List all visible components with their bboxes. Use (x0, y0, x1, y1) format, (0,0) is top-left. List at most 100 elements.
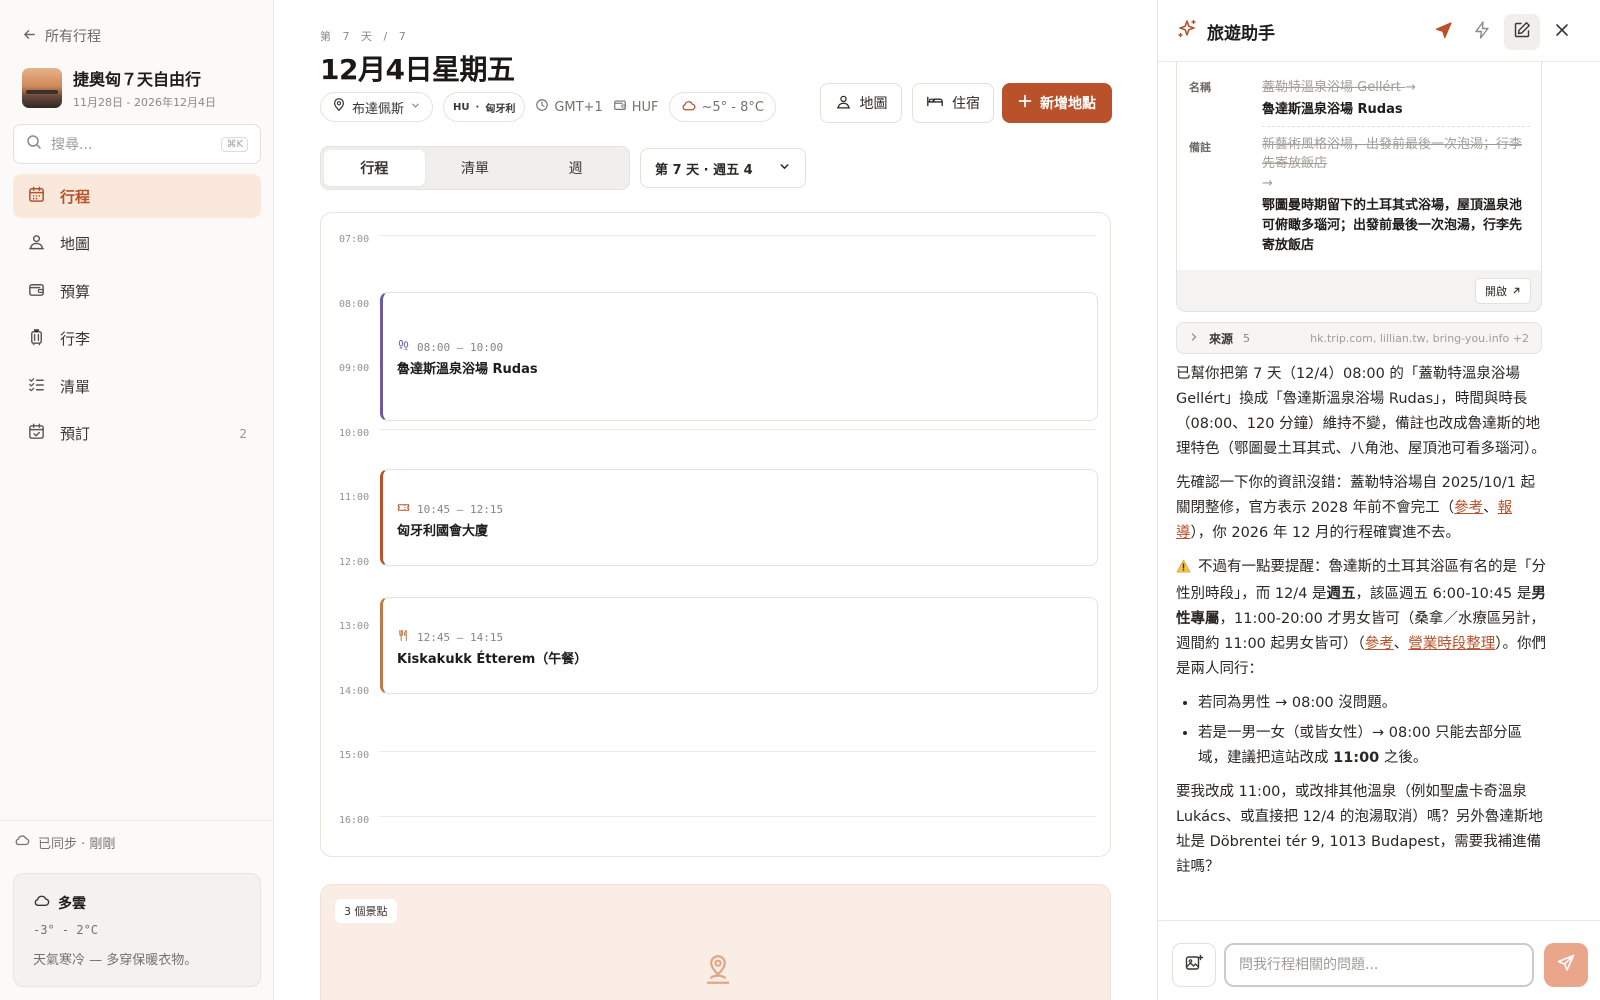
event-card-lunch[interactable]: 12:45 – 14:15 Kiskakukk Étterem（午餐） (380, 597, 1098, 694)
sidebar: 所有行程 捷奧匈７天自由行 11月28日 - 2026年12月4日 搜尋... … (0, 0, 274, 1000)
map-pin-person-icon (835, 93, 852, 114)
reference-link[interactable]: 參考 (1365, 636, 1394, 652)
hour-line (379, 815, 1096, 817)
sidebar-item-label: 行程 (60, 187, 91, 206)
sidebar-divider (0, 820, 274, 821)
trip-end-date: 2026年12月4日 (133, 96, 216, 109)
travel-assistant-panel: 旅遊助手 名稱 蓋勒特溫泉浴場 Gellért → 魯達斯溫泉浴場 Rudas … (1157, 0, 1600, 1000)
weather-condition: 多雲 (58, 895, 86, 912)
hour-label: 15:00 (339, 750, 370, 761)
hours-summary-link[interactable]: 營業時段整理 (1408, 636, 1495, 652)
image-add-icon (1184, 953, 1204, 977)
event-time: 08:00 – 10:00 (417, 340, 504, 354)
sources-toggle[interactable]: 來源 5 hk.trip.com, lillian.tw, bring-you.… (1176, 322, 1542, 354)
quick-action-button[interactable] (1464, 14, 1500, 50)
sidebar-nav: 行程 地圖 預算 行李 清單 預訂 2 (13, 174, 261, 460)
chat-input[interactable] (1224, 943, 1534, 987)
tab-list[interactable]: 清單 (425, 150, 526, 186)
hour-line (379, 235, 1096, 236)
currency-info: HUF (613, 98, 659, 116)
sidebar-item-map[interactable]: 地圖 (13, 222, 261, 266)
list-item: 若是一男一女（或皆女性）→ 08:00 只能去部分區域，建議把這站改成 11:0… (1198, 721, 1548, 771)
message-paragraph: 要我改成 11:00，或改排其他溫泉（例如聖盧卡奇溫泉 Lukács、或直接把 … (1176, 784, 1543, 875)
hour-row: 15:00 (321, 750, 1110, 761)
reference-link[interactable]: 參考 (1454, 500, 1483, 516)
city-name: 布達佩斯 (352, 101, 405, 117)
message-paragraph: 先確認一下你的資訊沒錯：蓋勒特浴場自 2025/10/1 起關閉整修，官方表示 … (1176, 471, 1548, 546)
cloud-icon (14, 832, 30, 852)
stay-button[interactable]: 住宿 (912, 83, 994, 123)
message-list: 若同為男性 → 08:00 沒問題。 若是一男一女（或皆女性）→ 08:00 只… (1176, 691, 1548, 771)
spots-map-preview[interactable]: 3 個景點 (320, 884, 1111, 1000)
sidebar-item-itinerary[interactable]: 行程 (13, 174, 261, 218)
stay-button-label: 住宿 (952, 96, 980, 112)
sidebar-item-luggage[interactable]: 行李 (13, 317, 261, 361)
assistant-title: 旅遊助手 (1207, 24, 1275, 44)
add-place-button[interactable]: 新增地點 (1002, 83, 1112, 123)
back-to-all-trips-link[interactable]: 所有行程 (22, 26, 101, 46)
page-title: 12月4日星期五 (320, 53, 515, 86)
sidebar-item-bookings[interactable]: 預訂 2 (13, 412, 261, 456)
sources-list: hk.trip.com, lillian.tw, bring-you.info … (1310, 331, 1529, 345)
map-button[interactable]: 地圖 (820, 83, 902, 123)
diff-name-new: 魯達斯溫泉浴場 Rudas (1262, 102, 1403, 117)
sidebar-item-checklist[interactable]: 清單 (13, 364, 261, 408)
locate-button[interactable] (1426, 14, 1462, 50)
day-selector[interactable]: 第 7 天 · 週五 4 (640, 148, 806, 188)
new-chat-button[interactable] (1504, 14, 1540, 50)
hour-label: 11:00 (339, 492, 370, 503)
city-selector[interactable]: 布達佩斯 (320, 92, 434, 122)
weather-note: 天氣寒冷 — 多穿保暖衣物。 (33, 953, 198, 968)
search-shortcut: ⌘K (221, 136, 248, 152)
hour-label: 10:00 (339, 427, 370, 439)
day-selector-value: 第 7 天 · 週五 4 (655, 162, 753, 178)
wallet-icon (27, 280, 46, 303)
ticket-icon (397, 501, 410, 517)
trip-date-separator: - (123, 96, 134, 109)
tab-itinerary[interactable]: 行程 (324, 150, 425, 186)
diff-note-old: 新藝術風格浴場，出發前最後一次泡湯；行李先寄放飯店 (1262, 135, 1530, 173)
day-timeline: 07:00 08:00 09:00 10:00 11:00 12:00 13:0… (320, 212, 1111, 857)
hour-label: 07:00 (339, 234, 370, 245)
message-text: ，該區週五 6:00-10:45 是 (1355, 586, 1532, 602)
search-input[interactable]: 搜尋... (51, 134, 212, 154)
hour-row: 16:00 (321, 815, 1110, 826)
bookings-count: 2 (239, 426, 247, 441)
chat-composer (1158, 920, 1600, 1000)
event-name: 匈牙利國會大廈 (397, 524, 489, 539)
trip-dates: 11月28日 - 2026年12月4日 (73, 94, 216, 110)
diff-arrow: → (1405, 80, 1416, 95)
day-meta-row: 布達佩斯 HU · 匈牙利 GMT+1 HUF ~5° - 8°C (320, 92, 776, 122)
sparkle-icon (1176, 18, 1198, 45)
weather-pill: ~5° - 8°C (668, 92, 776, 122)
attach-image-button[interactable] (1172, 943, 1216, 987)
country-separator: · (475, 101, 480, 113)
tab-week[interactable]: 週 (525, 150, 626, 186)
open-item-button[interactable]: 開啟 (1475, 278, 1531, 304)
country-code: HU (453, 101, 470, 113)
diff-note-old-text: 新藝術風格浴場，出發前最後一次泡湯；行李先寄放飯店 (1262, 137, 1523, 171)
hour-label: 12:00 (339, 556, 370, 568)
event-card-parliament[interactable]: 10:45 – 12:15 匈牙利國會大廈 (380, 469, 1098, 566)
chevron-down-icon (410, 100, 421, 115)
close-panel-button[interactable] (1544, 14, 1580, 50)
close-icon (1553, 21, 1571, 43)
wallet-icon (613, 98, 627, 116)
search-box[interactable]: 搜尋... ⌘K (13, 124, 261, 164)
spots-count-badge: 3 個景點 (335, 899, 397, 923)
diff-separator (1262, 126, 1530, 127)
diff-name-key: 名稱 (1189, 81, 1211, 94)
edit-icon (1512, 20, 1532, 44)
sidebar-item-budget[interactable]: 預算 (13, 269, 261, 313)
hour-line (379, 751, 1096, 752)
calendar-check-icon (27, 422, 46, 445)
event-card-rudas[interactable]: 08:00 – 10:00 魯達斯溫泉浴場 Rudas (380, 292, 1098, 421)
footprints-icon (397, 339, 410, 355)
weather-pill-text: ~5° - 8°C (701, 99, 764, 115)
hour-label: 14:00 (339, 685, 370, 697)
diff-note-arrow: → (1262, 176, 1273, 191)
send-button[interactable] (1544, 943, 1588, 987)
message-bold: 週五 (1326, 586, 1356, 602)
sources-count: 5 (1243, 331, 1251, 345)
open-button-label: 開啟 (1485, 285, 1507, 298)
